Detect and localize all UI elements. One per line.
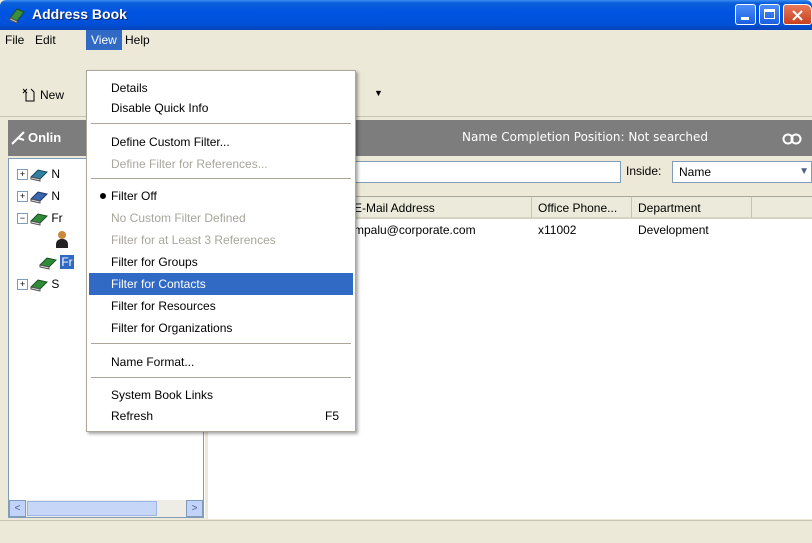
inside-label: Inside: <box>626 164 662 178</box>
person-icon <box>55 231 69 249</box>
scroll-thumb[interactable] <box>27 501 157 516</box>
status-bar <box>0 520 812 543</box>
menu-item-no-custom-filter: No Custom Filter Defined <box>111 211 246 225</box>
tree-item[interactable]: + N <box>17 185 60 207</box>
menu-item-label: Refresh <box>111 409 154 423</box>
inside-select[interactable]: Name ▼ <box>672 161 812 183</box>
book-icon <box>39 257 57 270</box>
view-menu-dropdown: Details Disable Quick Info Define Custom… <box>86 70 356 432</box>
menu-separator <box>91 377 351 378</box>
column-header-department[interactable]: Department <box>632 197 752 219</box>
binoculars-icon[interactable] <box>782 130 802 146</box>
menu-help[interactable]: Help <box>120 30 155 50</box>
tree-item-label: N <box>51 167 61 181</box>
title-bar: Address Book <box>0 0 812 30</box>
cell-phone: x11002 <box>538 223 577 237</box>
cell-department: Development <box>638 223 709 237</box>
menu-item-filter-contacts[interactable]: Filter for Contacts <box>89 273 353 295</box>
menu-separator <box>91 123 351 124</box>
column-header-phone[interactable]: Office Phone... <box>532 197 632 219</box>
minimize-button[interactable] <box>735 4 756 25</box>
search-input[interactable] <box>338 161 621 183</box>
menu-item-system-book-links[interactable]: System Book Links <box>89 384 353 406</box>
expand-icon[interactable]: + <box>17 191 28 203</box>
name-completion-status: Name Completion Position: Not searched <box>462 130 709 144</box>
chevron-left-icon: < <box>14 503 21 514</box>
online-label: Onlin <box>28 130 62 145</box>
toolbar-dropdown-arrow-icon[interactable]: ▼ <box>374 88 383 98</box>
tree-item[interactable]: + S <box>17 273 59 295</box>
new-icon <box>22 88 35 102</box>
minimize-icon <box>741 17 749 20</box>
menu-bar: File Edit View Help <box>0 30 812 50</box>
menu-item-name-format[interactable]: Name Format... <box>89 351 353 373</box>
scroll-left-button[interactable]: < <box>9 500 26 517</box>
expand-icon[interactable]: + <box>17 169 28 181</box>
cell-email: mpalu@corporate.com <box>354 223 476 237</box>
chevron-right-icon: > <box>191 503 198 514</box>
close-icon <box>792 10 803 21</box>
tree-item-label: S <box>51 277 60 291</box>
tree-item-label: Fr <box>60 255 74 269</box>
menu-separator <box>91 178 351 179</box>
online-icon <box>11 131 25 145</box>
tree-horizontal-scrollbar[interactable]: < > <box>9 500 203 517</box>
tree-item-label: N <box>51 189 61 203</box>
window-title: Address Book <box>32 6 127 22</box>
scroll-right-button[interactable]: > <box>186 500 203 517</box>
menu-item-disable-quick-info[interactable]: Disable Quick Info <box>89 97 353 119</box>
address-book-icon <box>9 8 25 24</box>
menu-item-refresh[interactable]: Refresh F5 <box>89 405 353 427</box>
inside-select-value: Name <box>679 165 712 179</box>
column-header-empty <box>752 197 812 219</box>
tree-item[interactable]: − Fr <box>17 207 63 229</box>
menu-item-shortcut: F5 <box>324 409 339 423</box>
menu-edit[interactable]: Edit <box>30 30 61 50</box>
chevron-down-icon[interactable]: ▼ <box>799 162 809 182</box>
menu-item-filter-resources[interactable]: Filter for Resources <box>89 295 353 317</box>
tree-item-label: Fr <box>51 211 63 225</box>
menu-item-filter-organizations[interactable]: Filter for Organizations <box>89 317 353 339</box>
expand-icon[interactable]: + <box>17 279 28 291</box>
maximize-icon <box>764 9 775 19</box>
menu-item-details[interactable]: Details <box>89 77 353 99</box>
menu-file[interactable]: File <box>0 30 29 50</box>
menu-item-filter-references: Filter for at Least 3 References <box>111 233 276 247</box>
book-icon <box>30 213 48 226</box>
tree-item[interactable]: + N <box>17 163 60 185</box>
book-icon <box>30 279 48 292</box>
maximize-button[interactable] <box>759 4 780 25</box>
book-icon <box>30 169 48 182</box>
menu-item-filter-groups[interactable]: Filter for Groups <box>89 251 353 273</box>
menu-item-label: Filter Off <box>111 189 157 203</box>
tree-item-selected[interactable]: Fr <box>39 251 74 273</box>
menu-item-define-filter-references: Define Filter for References... <box>111 157 268 171</box>
column-header-email[interactable]: E-Mail Address <box>348 197 532 219</box>
close-button[interactable] <box>783 4 812 25</box>
menu-separator <box>91 343 351 344</box>
menu-item-filter-off[interactable]: Filter Off <box>89 185 353 207</box>
radio-bullet-icon <box>100 193 106 199</box>
book-icon <box>30 191 48 204</box>
new-label: New <box>40 88 65 102</box>
menu-view[interactable]: View <box>86 30 122 50</box>
menu-item-define-custom-filter[interactable]: Define Custom Filter... <box>89 131 353 153</box>
collapse-icon[interactable]: − <box>17 213 28 225</box>
